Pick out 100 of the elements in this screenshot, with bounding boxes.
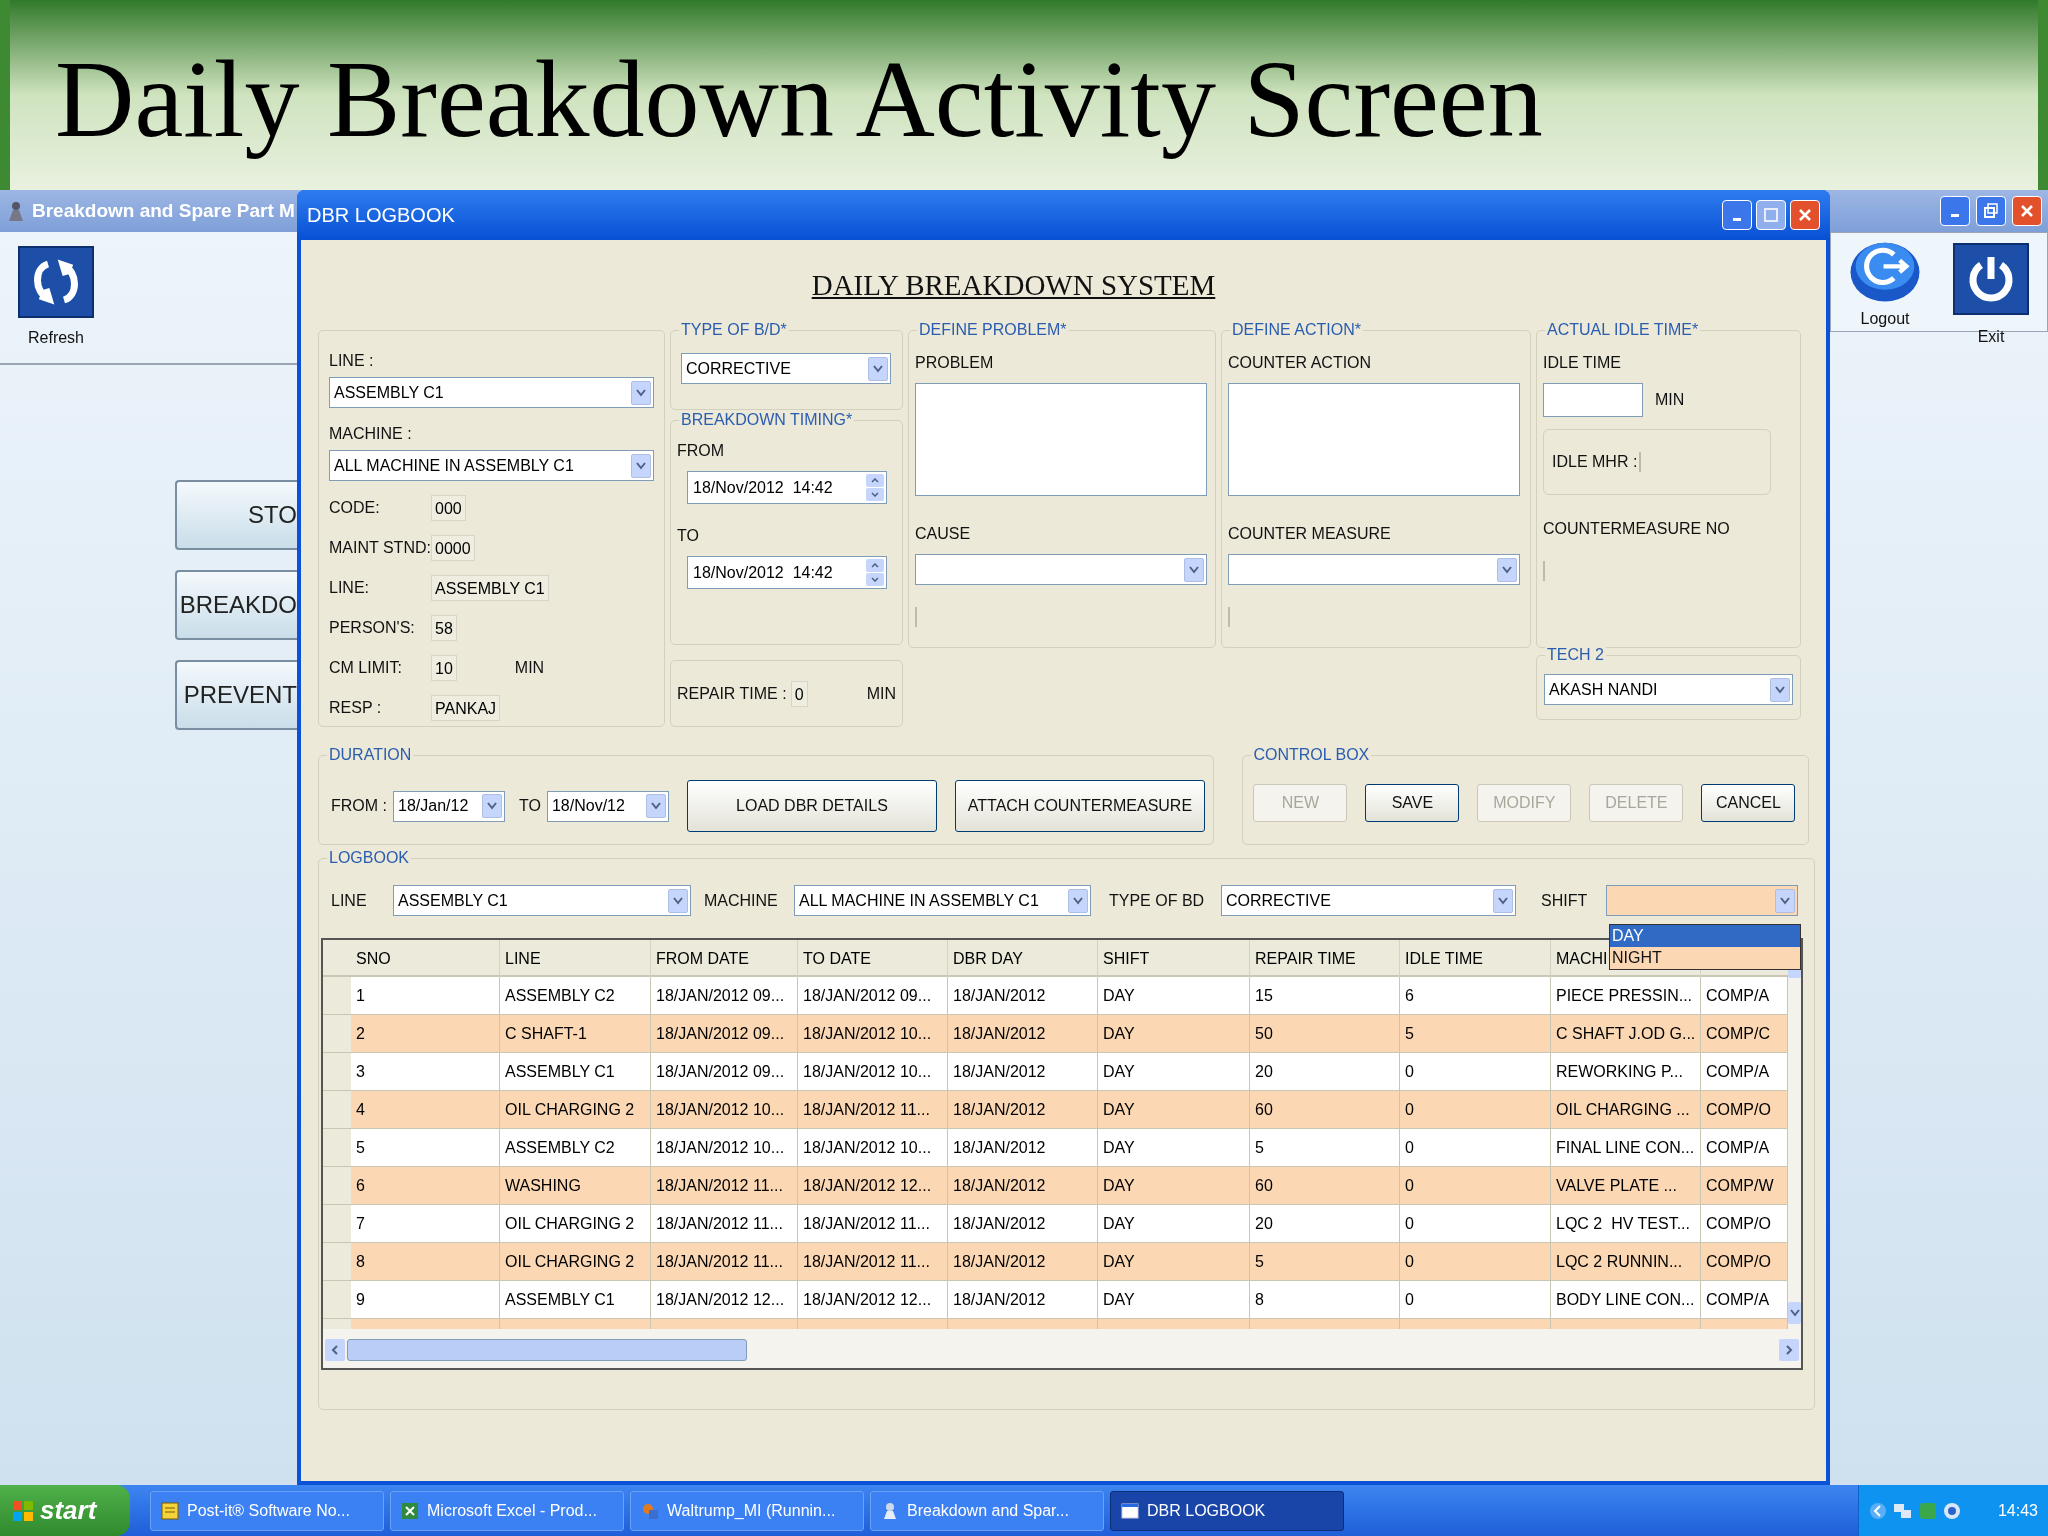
type-filter-dropdown[interactable]: CORRECTIVE: [1221, 885, 1516, 916]
close-button[interactable]: [2012, 196, 2042, 226]
table-cell: 18/JAN/2012 11...: [651, 1167, 798, 1205]
table-cell: 0: [1400, 1205, 1551, 1243]
row-header[interactable]: [323, 1015, 351, 1053]
horizontal-scrollbar[interactable]: [323, 1337, 1801, 1363]
spinner-icon: [866, 474, 884, 501]
table-cell: 18/JAN/2012 09...: [651, 1053, 798, 1091]
counter-measure-dropdown[interactable]: [1228, 554, 1520, 585]
machine-filter-dropdown[interactable]: ALL MACHINE IN ASSEMBLY C1: [794, 885, 1091, 916]
scroll-down-button[interactable]: [1788, 1302, 1801, 1324]
problem-text-area[interactable]: [915, 383, 1207, 496]
row-header[interactable]: [323, 1243, 351, 1281]
to-date-dropdown[interactable]: 18/Nov/12: [546, 790, 669, 822]
machine-dropdown[interactable]: ALL MACHINE IN ASSEMBLY C1: [329, 450, 654, 481]
field-label: COUNTER ACTION: [1228, 353, 1373, 373]
menu-button[interactable]: PREVENT: [175, 660, 297, 730]
taskbar-button[interactable]: Breakdown and Spar...: [870, 1490, 1104, 1531]
field-label: MIN: [514, 658, 545, 678]
readonly-field: ASSEMBLY C1: [431, 575, 549, 601]
table-cell: 18/JAN/2012 12...: [798, 1167, 948, 1205]
table-cell: 18/JAN/2012 10...: [798, 1015, 948, 1053]
empty-field: [1639, 452, 1642, 472]
network-icon[interactable]: [1893, 1501, 1913, 1520]
row-header[interactable]: [323, 1167, 351, 1205]
from-date-dropdown[interactable]: 18/Jan/12: [393, 790, 505, 822]
table-cell: 18/JAN/2012 10...: [798, 1053, 948, 1091]
cause-dropdown[interactable]: [915, 554, 1207, 585]
table-cell: OIL CHARGING ...: [1551, 1091, 1701, 1129]
field-label: COUNTER MEASURE: [1228, 524, 1392, 544]
chevron-down-icon: [1497, 557, 1517, 582]
table-cell: 18/JAN/2012: [948, 1243, 1098, 1281]
table-cell: 6: [351, 1167, 500, 1205]
line-dropdown[interactable]: ASSEMBLY C1: [329, 377, 654, 408]
table-cell: C SHAFT-1: [500, 1015, 651, 1053]
scroll-left-button[interactable]: [325, 1339, 345, 1361]
table-cell: 0: [1400, 1091, 1551, 1129]
toolbar-label: Refresh: [28, 328, 84, 348]
counter-action-text-area[interactable]: [1228, 383, 1520, 496]
taskbar-button[interactable]: Post-it® Software No...: [150, 1490, 384, 1531]
action-button[interactable]: LOAD DBR DETAILS: [686, 780, 937, 832]
row-header[interactable]: [323, 1205, 351, 1243]
close-button[interactable]: [1790, 200, 1820, 230]
row-header[interactable]: [323, 977, 351, 1015]
date-time-picker[interactable]: 18/Nov/2012 14:42: [687, 471, 887, 504]
table-cell: COMP/O: [1701, 1243, 1788, 1281]
table-cell: 60: [1250, 1167, 1400, 1205]
table-cell: COMP/A: [1701, 977, 1788, 1015]
idle-time-field[interactable]: [1543, 383, 1643, 417]
table-cell: COMP/C: [1701, 1015, 1788, 1053]
table-cell: DAY: [1098, 1243, 1250, 1281]
dropdown-option[interactable]: DAY: [1610, 925, 1800, 947]
minimize-icon: [1733, 218, 1741, 221]
row-header[interactable]: [323, 1053, 351, 1091]
table-cell: 7: [351, 1205, 500, 1243]
action-button[interactable]: ATTACH COUNTERMEASURE: [954, 780, 1205, 832]
row-header[interactable]: [323, 1281, 351, 1319]
table-cell: 18/JAN/2012 12...: [798, 1281, 948, 1319]
shift-dropdown[interactable]: [1606, 885, 1798, 916]
menu-button[interactable]: STO: [175, 480, 297, 550]
scroll-right-button[interactable]: [1779, 1339, 1799, 1361]
field-label: CM LIMIT:: [329, 658, 403, 678]
field-label: IDLE MHR :: [1552, 452, 1638, 472]
chevron-down-icon: [1184, 557, 1204, 582]
readonly-field: 10: [431, 655, 457, 681]
refresh-icon[interactable]: [18, 246, 94, 318]
table-cell: 18/JAN/2012 11...: [651, 1243, 798, 1281]
table-cell: 0: [1400, 1281, 1551, 1319]
dialog-title: DBR LOGBOOK: [307, 203, 455, 228]
table-cell: 50: [1250, 1015, 1400, 1053]
field-label: REPAIR TIME :: [677, 683, 787, 704]
form-button[interactable]: SAVE: [1365, 784, 1460, 822]
form-button[interactable]: CANCEL: [1701, 784, 1796, 822]
scroll-thumb[interactable]: [347, 1339, 747, 1361]
table-cell: PIECE PRESSIN...: [1551, 977, 1701, 1015]
power-icon[interactable]: [1953, 243, 2029, 315]
minimize-button[interactable]: [1722, 200, 1752, 230]
menu-button[interactable]: BREAKDO: [175, 570, 297, 640]
taskbar-button[interactable]: Microsoft Excel - Prod...: [390, 1490, 624, 1531]
tray-app-icon[interactable]: [1943, 1501, 1961, 1520]
restore-button[interactable]: [1976, 196, 2006, 226]
line-filter-dropdown[interactable]: ASSEMBLY C1: [393, 885, 691, 916]
taskbar-button[interactable]: DBR LOGBOOK: [1110, 1490, 1344, 1531]
tech-dropdown[interactable]: AKASH NANDI: [1544, 674, 1793, 705]
table-cell: 15: [1250, 977, 1400, 1015]
row-header[interactable]: [323, 1091, 351, 1129]
minimize-button[interactable]: [1940, 196, 1970, 226]
type-dropdown[interactable]: CORRECTIVE: [681, 353, 891, 384]
table-cell: 18/JAN/2012: [948, 1281, 1098, 1319]
taskbar-button[interactable]: Waltrump_MI (Runnin...: [630, 1490, 864, 1531]
table-cell: 18/JAN/2012 09...: [651, 977, 798, 1015]
maximize-button[interactable]: [1756, 200, 1786, 230]
field-label: IDLE TIME: [1543, 353, 1622, 373]
table-cell: 20: [1250, 1053, 1400, 1091]
date-time-picker[interactable]: 18/Nov/2012 14:42: [687, 556, 887, 589]
table-cell: COMP/A: [1701, 1053, 1788, 1091]
chevron-left-icon[interactable]: [1869, 1501, 1887, 1520]
row-header[interactable]: [323, 1129, 351, 1167]
chevron-down-icon: [482, 794, 502, 818]
dropdown-option[interactable]: NIGHT: [1610, 947, 1800, 969]
